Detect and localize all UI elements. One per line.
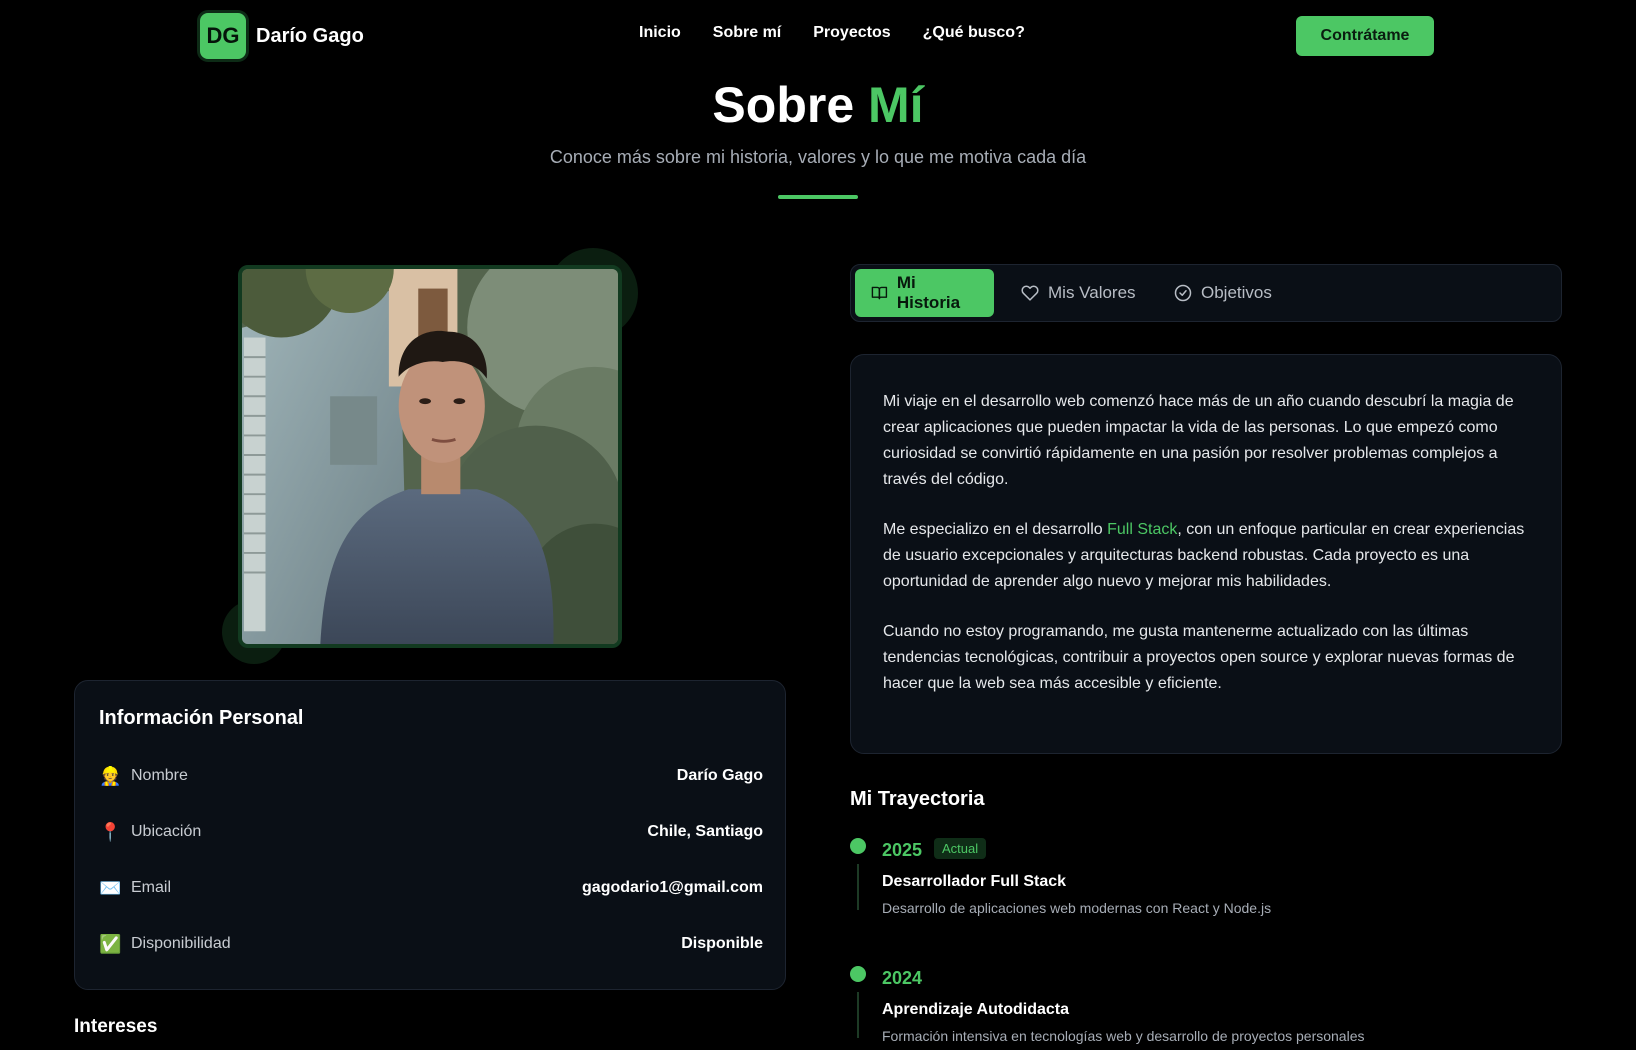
nav-link-sobre-mi[interactable]: Sobre mí <box>713 24 781 42</box>
brand-name[interactable]: Darío Gago <box>256 25 364 48</box>
nav-link-que-busco[interactable]: ¿Qué busco? <box>923 24 1025 42</box>
nav-link-proyectos[interactable]: Proyectos <box>813 24 890 42</box>
nav-links: Inicio Sobre mí Proyectos ¿Qué busco? <box>639 24 1025 42</box>
info-row-email: ✉️ Email gagodario1@gmail.com <box>99 873 763 903</box>
timeline-desc: Desarrollo de aplicaciones web modernas … <box>882 900 1272 916</box>
timeline-desc: Formación intensiva en tecnologías web y… <box>882 1028 1365 1044</box>
worker-icon: 👷 <box>99 765 122 786</box>
timeline-line <box>857 992 859 1038</box>
story-paragraph: Mi viaje en el desarrollo web comenzó ha… <box>883 393 1514 488</box>
page-subtitle: Conoce más sobre mi historia, valores y … <box>549 147 1087 167</box>
title-underline <box>778 195 858 199</box>
tab-objetivos[interactable]: Objetivos <box>1158 269 1288 317</box>
brand[interactable]: DG Darío Gago <box>200 13 364 59</box>
logo[interactable]: DG <box>200 13 246 59</box>
profile-photo-image <box>242 269 618 644</box>
page-title-accent: Mí <box>868 77 924 133</box>
timeline-line <box>857 864 859 910</box>
info-row-name: 👷 Nombre Darío Gago <box>99 761 763 791</box>
tab-label: Mis Valores <box>1048 283 1136 302</box>
envelope-icon: ✉️ <box>99 877 122 898</box>
check-circle-icon <box>1174 284 1192 302</box>
info-label: Disponibilidad <box>131 935 231 952</box>
info-label: Ubicación <box>131 823 202 840</box>
info-label: Nombre <box>131 767 188 784</box>
hire-me-button[interactable]: Contrátame <box>1296 16 1434 56</box>
page-title-part1: Sobre <box>712 77 855 133</box>
timeline-role: Aprendizaje Autodidacta <box>882 1001 1069 1018</box>
story-card: Mi viaje en el desarrollo web comenzó ha… <box>850 354 1562 754</box>
timeline-dot <box>850 966 866 982</box>
navbar: DG Darío Gago Inicio Sobre mí Proyectos … <box>0 0 1636 72</box>
tab-label: Objetivos <box>1201 283 1272 302</box>
personal-info-card: Información Personal 👷 Nombre Darío Gago… <box>74 680 786 990</box>
full-stack-highlight: Full Stack <box>1107 521 1178 538</box>
about-page: DG Darío Gago Inicio Sobre mí Proyectos … <box>0 0 1636 1050</box>
info-value[interactable]: gagodario1@gmail.com <box>582 879 763 897</box>
info-label: Email <box>131 879 172 896</box>
story-paragraph: Me especializo en el desarrollo Full Sta… <box>883 517 1531 595</box>
book-icon <box>871 286 888 300</box>
heart-icon <box>1021 285 1039 301</box>
tab-mi-historia[interactable]: Mi Historia <box>855 269 994 317</box>
timeline-year: 2025 <box>882 840 923 860</box>
page-title: Sobre Mí <box>0 76 1636 134</box>
personal-info-title: Información Personal <box>99 707 304 729</box>
nav-link-inicio[interactable]: Inicio <box>639 24 681 42</box>
info-value: Disponible <box>681 935 763 952</box>
timeline-year: 2024 <box>882 968 923 988</box>
info-value: Darío Gago <box>676 767 763 784</box>
timeline-role: Desarrollador Full Stack <box>882 873 1067 890</box>
interests-title: Intereses <box>74 1016 158 1037</box>
story-paragraph: Cuando no estoy programando, me gusta ma… <box>883 623 1515 692</box>
pin-icon: 📍 <box>99 821 122 842</box>
profile-photo <box>238 265 622 648</box>
story-text: Me especializo en el desarrollo <box>883 521 1108 538</box>
timeline-dot <box>850 838 866 854</box>
timeline-title: Mi Trayectoria <box>850 788 985 810</box>
check-mark-icon: ✅ <box>99 933 122 954</box>
tab-label: Mi Historia <box>896 273 961 312</box>
current-badge: Actual <box>934 838 987 859</box>
info-value: Chile, Santiago <box>647 823 763 840</box>
about-tabs: Mi Historia Mis Valores Objetivos <box>850 264 1562 322</box>
info-row-location: 📍 Ubicación Chile, Santiago <box>99 817 763 847</box>
tab-mis-valores[interactable]: Mis Valores <box>1005 269 1152 317</box>
info-row-availability: ✅ Disponibilidad Disponible <box>99 929 763 959</box>
